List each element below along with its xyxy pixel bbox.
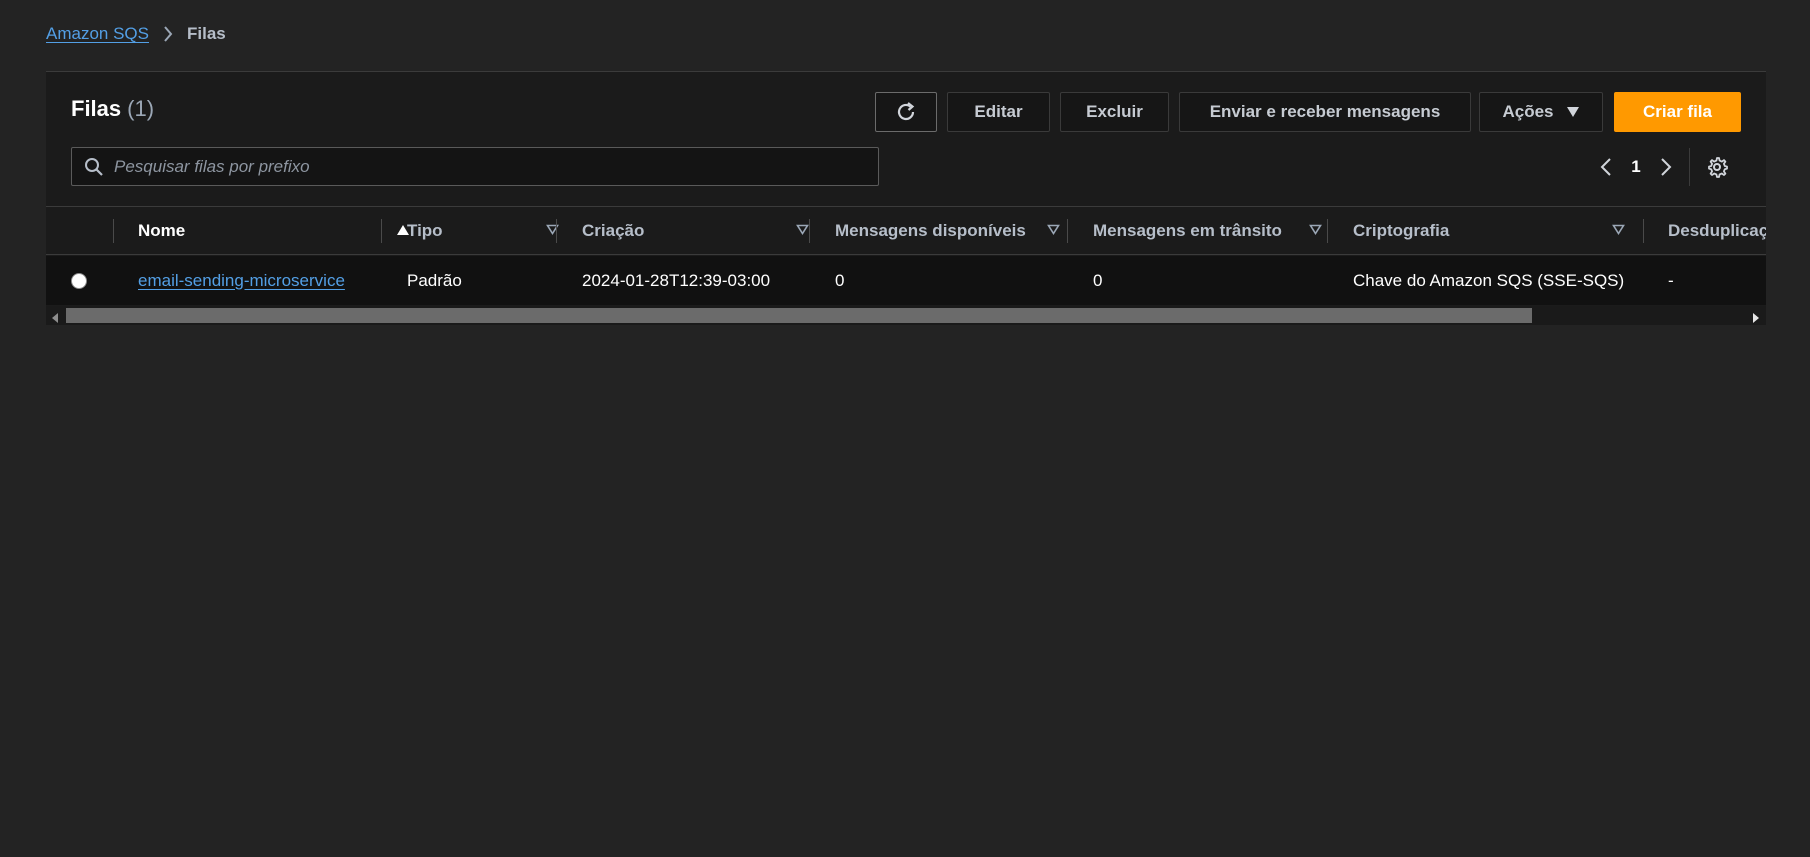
column-header-dedup-label: Desduplicaç (1668, 221, 1766, 240)
column-divider (113, 219, 114, 243)
table-header: Nome Tipo Criação Mensagens disponíveis … (46, 207, 1766, 255)
refresh-icon (895, 101, 917, 123)
edit-button[interactable]: Editar (947, 92, 1050, 132)
chevron-left-icon[interactable] (1591, 152, 1621, 182)
scroll-left-icon[interactable] (52, 310, 59, 325)
column-header-created-label: Criação (582, 221, 645, 240)
column-header-in-transit-label: Mensagens em trânsito (1093, 221, 1282, 240)
search-icon (84, 157, 104, 177)
cell-name: email-sending-microservice (138, 256, 345, 305)
column-header-available-messages[interactable]: Mensagens disponíveis (835, 207, 1060, 255)
delete-button[interactable]: Excluir (1060, 92, 1169, 132)
sort-icon (796, 224, 809, 235)
row-select-radio[interactable] (71, 273, 87, 289)
create-queue-button[interactable]: Criar fila (1614, 92, 1741, 132)
search-input[interactable] (114, 156, 854, 177)
column-divider (556, 219, 557, 243)
queue-name-link[interactable]: email-sending-microservice (138, 271, 345, 291)
horizontal-scrollbar[interactable] (46, 306, 1766, 325)
panel-title-text: Filas (71, 96, 122, 121)
queues-table: Nome Tipo Criação Mensagens disponíveis … (46, 206, 1766, 308)
scrollbar-thumb[interactable] (66, 308, 1532, 323)
column-header-deduplication[interactable]: Desduplicaç (1668, 207, 1766, 255)
table-row[interactable]: email-sending-microservice Padrão 2024-0… (46, 256, 1766, 305)
breadcrumb: Amazon SQS Filas (46, 24, 226, 44)
column-header-encryption[interactable]: Criptografia (1353, 207, 1625, 255)
column-header-in-transit-messages[interactable]: Mensagens em trânsito (1093, 207, 1322, 255)
cell-in-transit-messages: 0 (1093, 270, 1103, 290)
cell-encryption: Chave do Amazon SQS (SSE-SQS) (1353, 270, 1625, 290)
column-header-name-label: Nome (138, 221, 186, 240)
breadcrumb-link-amazon-sqs[interactable]: Amazon SQS (46, 24, 149, 44)
pagination: 1 (1591, 148, 1732, 186)
cell-available-messages: 0 (835, 270, 845, 290)
column-header-type-label: Tipo (407, 221, 443, 240)
sort-icon (1047, 224, 1060, 235)
sort-icon (1309, 224, 1322, 235)
pager-divider (1689, 148, 1690, 186)
scroll-right-icon[interactable] (1752, 310, 1759, 325)
column-divider (1067, 219, 1068, 243)
chevron-right-icon (163, 26, 173, 42)
actions-label: Ações (1502, 102, 1554, 121)
actions-dropdown-button[interactable]: Ações (1479, 92, 1603, 132)
column-header-created[interactable]: Criação (582, 207, 809, 255)
cell-created: 2024-01-28T12:39-03:00 (582, 270, 771, 290)
sort-icon (1612, 224, 1625, 235)
column-divider (809, 219, 810, 243)
page-number[interactable]: 1 (1621, 157, 1651, 177)
queue-count: (1) (127, 96, 155, 121)
search-box (71, 147, 879, 186)
cell-deduplication: - (1668, 270, 1674, 290)
sort-icon (546, 224, 559, 235)
column-header-available-label: Mensagens disponíveis (835, 221, 1026, 240)
page-title: Filas (1) (71, 96, 154, 122)
column-divider (1327, 219, 1328, 243)
column-divider (1643, 219, 1644, 243)
breadcrumb-current: Filas (187, 24, 226, 43)
cell-type: Padrão (407, 270, 462, 290)
gear-icon[interactable] (1702, 152, 1732, 182)
refresh-button[interactable] (875, 92, 937, 132)
column-divider (381, 219, 382, 243)
column-header-name[interactable]: Nome (138, 207, 410, 255)
column-header-encryption-label: Criptografia (1353, 221, 1450, 240)
caret-down-icon (1566, 106, 1580, 118)
column-header-type[interactable]: Tipo (407, 207, 559, 255)
queues-panel: Filas (1) Editar Excluir Enviar e receber… (46, 71, 1766, 325)
send-receive-messages-button[interactable]: Enviar e receber mensagens (1179, 92, 1471, 132)
chevron-right-icon[interactable] (1651, 152, 1681, 182)
